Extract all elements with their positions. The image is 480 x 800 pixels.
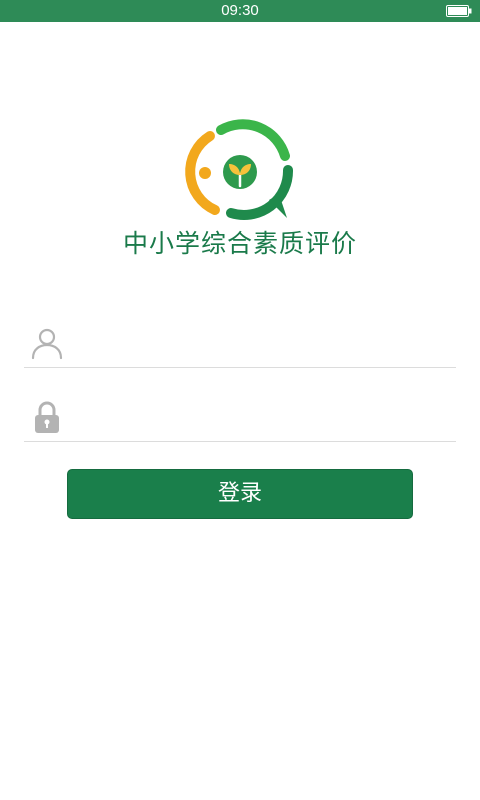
username-input[interactable] (76, 324, 446, 362)
status-bar: 09:30 (0, 0, 480, 22)
username-field[interactable] (24, 318, 456, 368)
login-button[interactable]: 登录 (67, 469, 413, 519)
lock-icon (35, 401, 59, 433)
sprout-circle-logo (185, 119, 294, 220)
user-icon (31, 328, 63, 360)
app-title: 中小学综合素质评价 (122, 229, 357, 258)
password-input[interactable] (76, 398, 446, 436)
password-field[interactable] (24, 392, 456, 442)
battery-full-icon (446, 5, 472, 17)
status-time: 09:30 (221, 2, 259, 19)
